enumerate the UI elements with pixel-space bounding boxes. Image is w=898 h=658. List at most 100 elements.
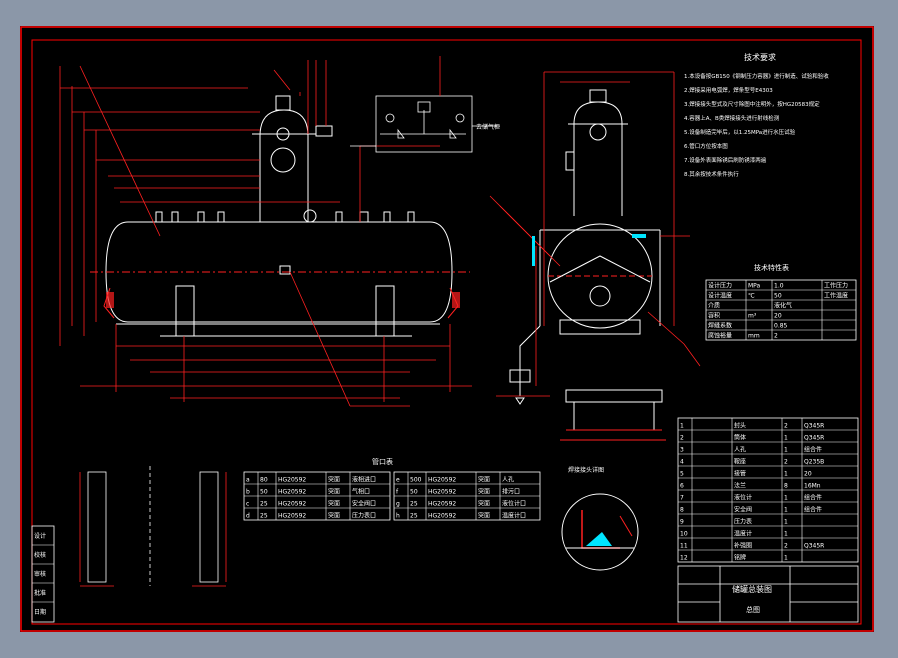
spec-cell: 0.85 (774, 323, 788, 330)
bom-cell: 组合件 (804, 446, 822, 454)
tech-req-line: 4.容器上A、B类焊接接头进行射线检测 (684, 114, 780, 122)
nozzle-cell: HG20592 (278, 477, 306, 484)
nozzle-cell: 突面 (478, 476, 490, 484)
bom-cell: 1 (784, 471, 788, 478)
flange-details (79, 466, 227, 587)
tech-req-line: 8.其余按技术条件执行 (684, 170, 739, 178)
spec-cell: 50 (774, 293, 782, 300)
saddle-detail (560, 389, 666, 441)
spec-table: 设计压力 MPa 1.0 工作压力设计温度 ℃ 50 工作温度介质 液化气容积 m³ 20 焊缝系数… (705, 279, 857, 341)
nozzle-cell: 压力表口 (352, 512, 376, 520)
spec-cell: 容积 (708, 312, 720, 320)
nozzle-cell: h (396, 513, 400, 520)
nozzle-cell: 50 (260, 489, 268, 496)
bom-cell: 2 (784, 423, 788, 430)
title-block-sub: 总图 (746, 605, 760, 614)
spec-cell: 20 (774, 313, 782, 320)
left-block-cell: 审核 (34, 570, 46, 578)
bom-cell: 1 (784, 495, 788, 502)
bom-cell: 压力表 (734, 518, 752, 526)
nozzle-cell: 25 (410, 513, 418, 520)
bom-cell: 10 (680, 531, 688, 538)
nozzle-cell: 人孔 (502, 476, 514, 484)
left-block-cell: 校核 (34, 551, 46, 559)
bom-cell: 液位计 (734, 494, 752, 502)
spec-cell: 介质 (708, 302, 720, 310)
spec-cell: 液化气 (774, 302, 792, 310)
nozzle-cell: 50 (410, 489, 418, 496)
nozzle-cell: g (396, 501, 400, 508)
bom-cell: 1 (784, 507, 788, 514)
nozzle-cell: b (246, 489, 250, 496)
dome (259, 109, 309, 222)
nozzle-cell: 500 (410, 477, 422, 484)
bom-cell: 组合件 (804, 506, 822, 514)
nozzle-cell: 液位计口 (502, 500, 526, 508)
bom-cell: Q235B (804, 459, 824, 466)
tech-req-line: 3.焊接接头型式及尺寸除图中注明外，按HG20583规定 (684, 100, 820, 108)
bom-cell: 人孔 (734, 446, 746, 454)
bom-cell: 1 (784, 447, 788, 454)
bom-cell: 筒体 (734, 434, 746, 442)
title-block (677, 565, 859, 623)
nozzle-cell: 25 (410, 501, 418, 508)
nozzle-cell: HG20592 (428, 501, 456, 508)
nozzle-cell: 气相口 (352, 488, 370, 496)
bom-cell: 8 (680, 507, 684, 514)
spec-cell: 1.0 (774, 283, 784, 290)
spec-cell: 设计温度 (708, 292, 732, 300)
bom-cell: 7 (680, 495, 684, 502)
nozzle-cell: HG20592 (278, 489, 306, 496)
nozzle-cell: 突面 (478, 512, 490, 520)
nozzle-cell: HG20592 (428, 513, 456, 520)
tech-req-line: 5.设备制造完毕后，以1.25MPa进行水压试验 (684, 128, 796, 136)
bom-cell: 12 (680, 555, 688, 562)
bom-cell: 3 (680, 447, 684, 454)
nozzle-cell: 突面 (328, 488, 340, 496)
nozzle-cell: e (396, 477, 400, 484)
bom-cell: 20 (804, 471, 812, 478)
side-shell (547, 223, 653, 329)
nozzle-cell: 突面 (478, 500, 490, 508)
left-revision-block: 设计校核审核批准日期 (31, 525, 55, 623)
nozzle-cell: 25 (260, 513, 268, 520)
bom-cell: 温度计 (734, 530, 752, 538)
bom-cell: 4 (680, 459, 684, 466)
left-block-cell: 日期 (34, 608, 46, 616)
spec-cell: mm (748, 333, 760, 340)
nozzle-cell: 25 (260, 501, 268, 508)
bom-cell: 2 (680, 435, 684, 442)
bom-cell: 1 (784, 555, 788, 562)
spec-cell: 设计压力 (708, 282, 732, 290)
bom-cell: 安全阀 (734, 506, 752, 514)
bom-cell: 1 (784, 435, 788, 442)
nozzle-cell: 温度计口 (502, 512, 526, 520)
bom-cell: Q345R (804, 543, 824, 550)
bom-cell: 接管 (734, 470, 746, 478)
bom-cell: 鞍座 (734, 458, 746, 466)
tech-req-line: 1.本设备按GB150《钢制压力容器》进行制造、试验和验收 (684, 72, 829, 80)
bom-cell: 1 (784, 519, 788, 526)
spec-cell: 2 (774, 333, 778, 340)
nozzle-cell: HG20592 (428, 489, 456, 496)
nozzle-cell: 突面 (328, 500, 340, 508)
spec-table-title: 技术特性表 (754, 263, 789, 272)
nozzle-cell: HG20592 (278, 501, 306, 508)
nozzle-cell: HG20592 (278, 513, 306, 520)
bom-cell: 6 (680, 483, 684, 490)
nozzle-cell: f (396, 489, 399, 496)
left-block-cell: 设计 (34, 532, 46, 540)
bom-cell: Q345R (804, 423, 824, 430)
title-block-name: 储罐总装图 (732, 584, 772, 594)
bom-cell: 16Mn (804, 483, 821, 490)
cad-drawing: 去储气柜 焊接接头详图 技术要求 1.本设备按GB150《钢制压力容器》进行制造… (20, 26, 874, 632)
nozzle-cell: 液相进口 (352, 476, 376, 484)
drawing-sheet: 去储气柜 焊接接头详图 技术要求 1.本设备按GB150《钢制压力容器》进行制造… (20, 26, 874, 632)
bom-cell: 1 (784, 531, 788, 538)
nozzle-cell: c (246, 501, 249, 508)
nozzle-cell: a (246, 477, 250, 484)
weld-detail-title: 焊接接头详图 (568, 466, 604, 474)
tech-req-title: 技术要求 (744, 52, 776, 62)
nozzle-cell: 突面 (328, 476, 340, 484)
bom-cell: 5 (680, 471, 684, 478)
